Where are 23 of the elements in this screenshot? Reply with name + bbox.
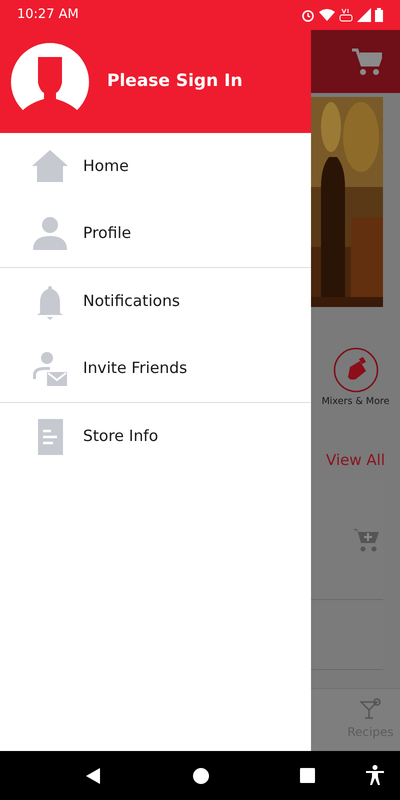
signal-icon bbox=[357, 8, 371, 22]
menu-item[interactable]: Store Info bbox=[0, 403, 311, 470]
avatar-icon bbox=[10, 42, 90, 122]
battery-icon bbox=[375, 8, 383, 22]
sign-in-prompt[interactable]: Please Sign In bbox=[107, 68, 243, 94]
cart-icon[interactable] bbox=[352, 48, 382, 76]
menu-item[interactable]: Invite Friends bbox=[0, 335, 311, 402]
menu-item[interactable]: Notifications bbox=[0, 268, 311, 335]
home-icon[interactable] bbox=[192, 768, 208, 784]
status-time: 10:27 AM bbox=[17, 6, 79, 24]
category-label: Mixers & More bbox=[322, 395, 390, 409]
accessibility-icon[interactable] bbox=[366, 765, 384, 785]
wifi-icon bbox=[319, 9, 335, 21]
back-icon[interactable] bbox=[86, 768, 102, 784]
volte-icon bbox=[339, 8, 353, 22]
menu-item[interactable]: Profile bbox=[0, 200, 311, 267]
menu-item[interactable]: Home bbox=[0, 133, 311, 200]
recents-icon[interactable] bbox=[300, 768, 314, 783]
cocktail-icon[interactable] bbox=[360, 698, 382, 720]
person-icon bbox=[32, 216, 68, 252]
house-icon bbox=[32, 148, 68, 184]
alarm-icon bbox=[301, 8, 315, 22]
person-with-envelope-icon bbox=[32, 350, 68, 386]
